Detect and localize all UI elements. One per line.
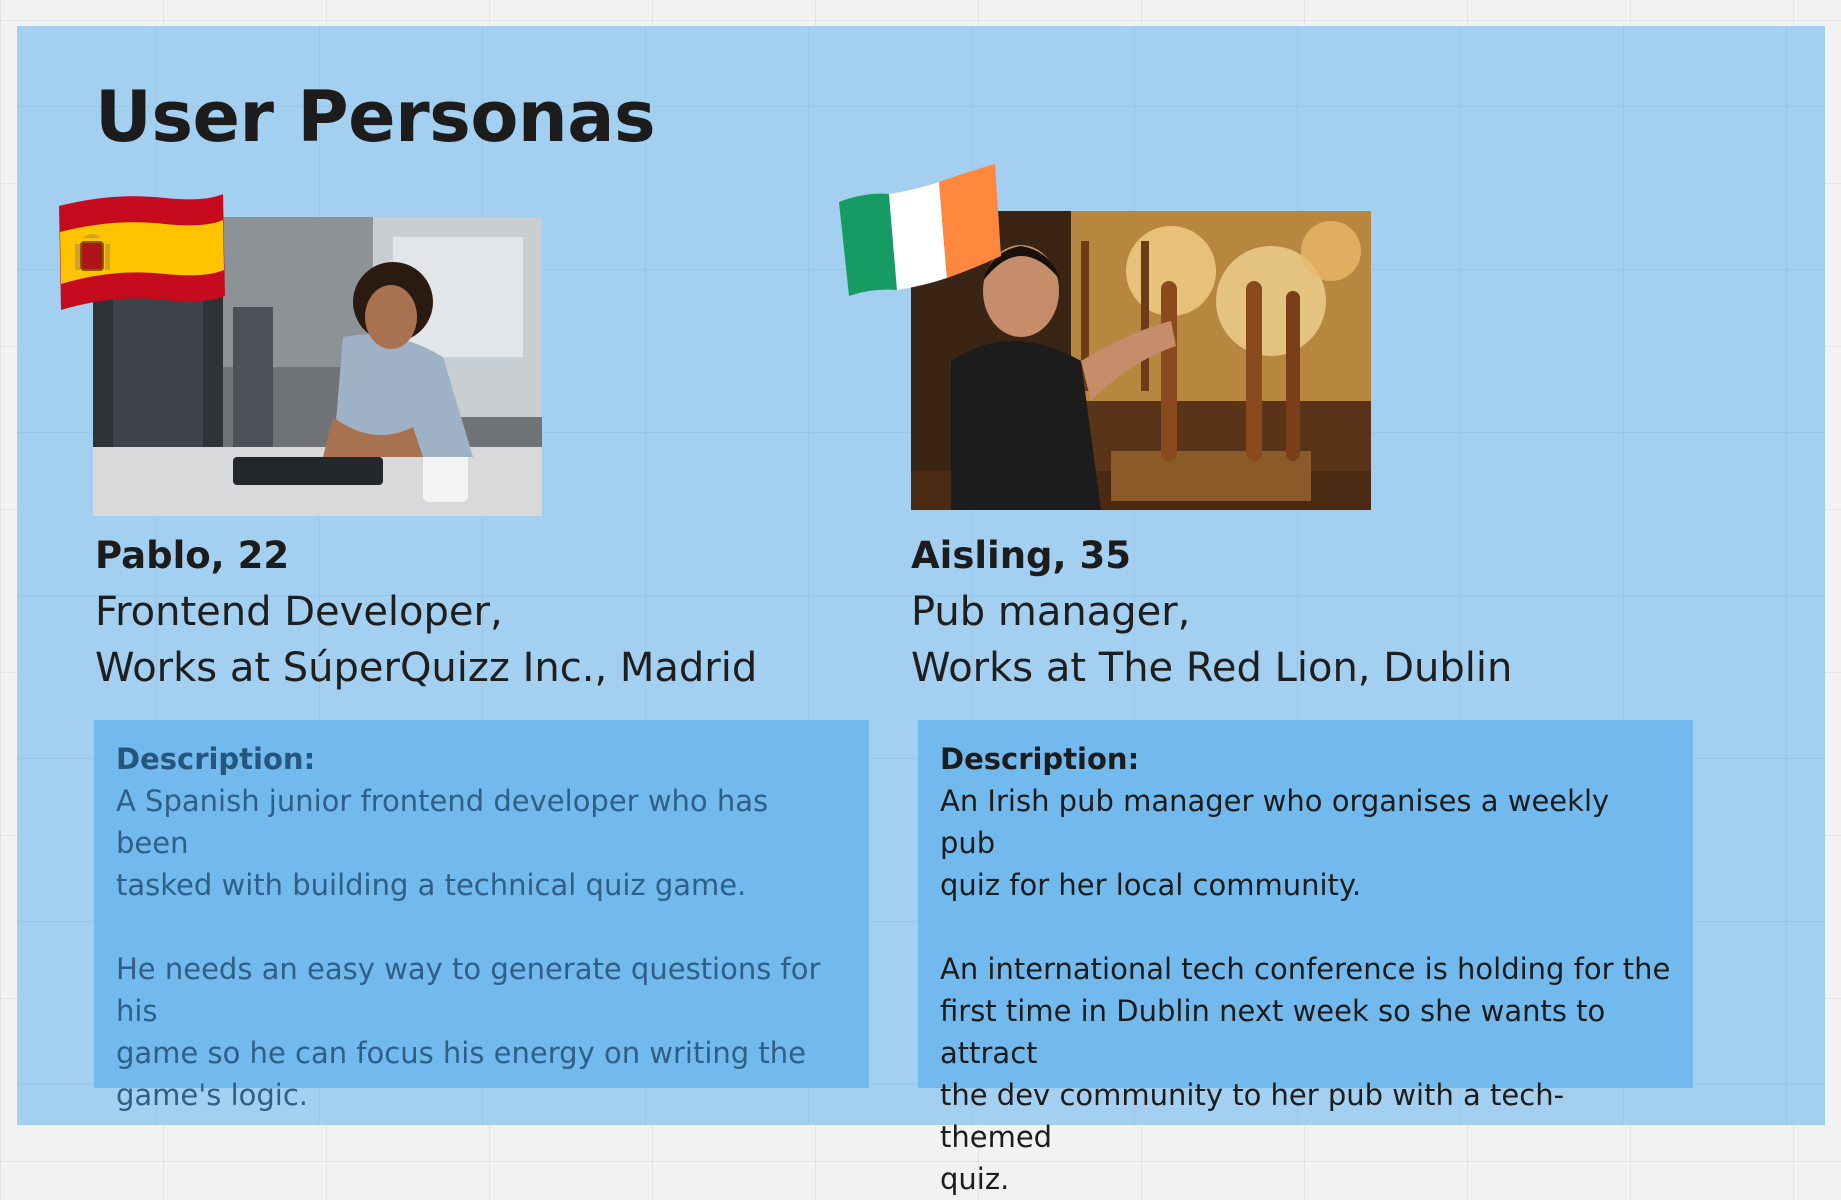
description-line: quiz. <box>940 1162 1010 1196</box>
description-line: the dev community to her pub with a tech… <box>940 1078 1565 1154</box>
persona-workplace: Works at The Red Lion, Dublin <box>911 645 1513 691</box>
description-line: game's logic. <box>116 1078 308 1112</box>
description-line: quiz for her local community. <box>940 868 1362 902</box>
persona-name: Pablo, 22 <box>95 534 290 577</box>
description-line: An international tech conference is hold… <box>940 952 1671 986</box>
persona-role: Frontend Developer, <box>95 589 503 635</box>
ireland-flag-icon <box>835 160 1007 300</box>
description-line: first time in Dublin next week so she wa… <box>940 994 1606 1070</box>
description-line: tasked with building a technical quiz ga… <box>116 868 747 902</box>
persona-workplace: Works at SúperQuizz Inc., Madrid <box>95 645 758 691</box>
persona-role: Pub manager, <box>911 589 1191 635</box>
description-line: He needs an easy way to generate questio… <box>116 952 821 1028</box>
description-heading: Description: <box>940 742 1140 776</box>
description-line: game so he can focus his energy on writi… <box>116 1036 807 1070</box>
description-box[interactable]: Description: A Spanish junior frontend d… <box>94 720 869 1112</box>
description-box[interactable]: Description: An Irish pub manager who or… <box>918 720 1693 1196</box>
description-line: A Spanish junior frontend developer who … <box>116 784 769 860</box>
spain-flag-icon <box>55 188 227 318</box>
description-line: An Irish pub manager who organises a wee… <box>940 784 1610 860</box>
description-heading: Description: <box>116 742 316 776</box>
board-title: User Personas <box>95 76 656 158</box>
persona-name: Aisling, 35 <box>911 534 1131 577</box>
